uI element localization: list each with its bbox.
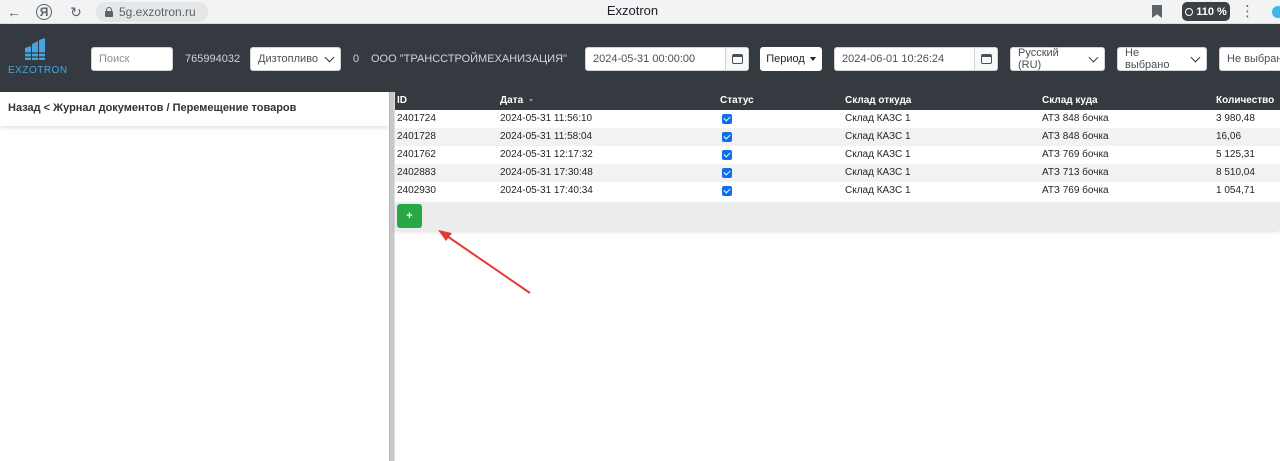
date-from-value: 2024-05-31 00:00:00 <box>593 53 696 65</box>
bookmark-icon[interactable] <box>1152 5 1162 18</box>
column-header-id[interactable]: ID <box>397 92 497 110</box>
cell-from: Склад КАЗС 1 <box>845 131 911 142</box>
chevron-down-icon <box>1088 52 1099 62</box>
zoom-label: 110 % <box>1196 5 1227 18</box>
cell-date: 2024-05-31 11:56:10 <box>500 113 593 124</box>
filter2-select[interactable]: Не выбрано <box>1219 47 1280 71</box>
address-text: 5g.exzotron.ru <box>119 5 196 19</box>
company-name: ООО "ТРАНССТРОЙМЕХАНИЗАЦИЯ" <box>371 53 567 65</box>
sort-icon <box>529 98 534 102</box>
logo[interactable]: EXZOTRON <box>8 38 72 78</box>
fuel-select-value: Дизтопливо <box>258 53 319 65</box>
browser-page-title: Exzotron <box>606 3 659 18</box>
caret-down-icon <box>809 57 816 61</box>
filter1-select[interactable]: Не выбрано <box>1117 47 1207 71</box>
cell-to: АТЗ 848 бочка <box>1042 113 1109 124</box>
cell-id: 2401728 <box>397 131 436 142</box>
back-arrow-icon[interactable]: ← <box>4 2 24 22</box>
column-header-status[interactable]: Статус <box>720 92 840 110</box>
table-row[interactable]: 2401762 2024-05-31 12:17:32 Склад КАЗС 1… <box>395 146 1280 164</box>
left-pane: Назад < Журнал документов / Перемещение … <box>0 92 389 461</box>
cell-from: Склад КАЗС 1 <box>845 149 911 160</box>
reload-icon[interactable]: ↻ <box>66 2 86 22</box>
zoom-badge[interactable]: 110 % <box>1182 2 1230 21</box>
chevron-down-icon <box>324 52 335 62</box>
cell-date: 2024-05-31 12:17:32 <box>500 149 593 160</box>
cell-id: 2401762 <box>397 149 436 160</box>
status-checkbox[interactable] <box>722 168 732 178</box>
address-bar[interactable]: 5g.exzotron.ru <box>96 2 208 22</box>
chevron-down-icon <box>1190 52 1201 62</box>
calendar-icon <box>731 54 743 64</box>
cell-from: Склад КАЗС 1 <box>845 185 911 196</box>
filter1-select-value: Не выбрано <box>1125 47 1170 71</box>
cell-quantity: 3 980,48 <box>1216 113 1255 124</box>
cell-quantity: 1 054,71 <box>1216 185 1255 196</box>
period-button[interactable]: Период <box>760 47 822 71</box>
cell-id: 2401724 <box>397 113 436 124</box>
cell-to: АТЗ 769 бочка <box>1042 185 1109 196</box>
table-header: ID Дата Статус Склад откуда Склад куда К… <box>395 92 1280 110</box>
table-body: 2401724 2024-05-31 11:56:10 Склад КАЗС 1… <box>395 110 1280 200</box>
status-checkbox[interactable] <box>722 150 732 160</box>
account-number: 765994032 <box>185 53 241 65</box>
extension-icon[interactable] <box>1272 6 1280 18</box>
cell-to: АТЗ 848 бочка <box>1042 131 1109 142</box>
table-row[interactable]: 2401724 2024-05-31 11:56:10 Склад КАЗС 1… <box>395 110 1280 128</box>
cell-id: 2402930 <box>397 185 436 196</box>
table-row[interactable]: 2402930 2024-05-31 17:40:34 Склад КАЗС 1… <box>395 182 1280 200</box>
column-header-quantity[interactable]: Количество <box>1216 92 1280 110</box>
date-to-input[interactable]: 2024-06-01 10:26:24 <box>834 47 998 71</box>
fuel-select[interactable]: Дизтопливо <box>250 47 341 71</box>
column-header-to[interactable]: Склад куда <box>1042 92 1212 110</box>
table-row[interactable]: 2402883 2024-05-31 17:30:48 Склад КАЗС 1… <box>395 164 1280 182</box>
cell-from: Склад КАЗС 1 <box>845 167 911 178</box>
zoom-icon <box>1185 7 1194 16</box>
period-button-label: Период <box>766 53 805 65</box>
lock-icon <box>104 7 114 17</box>
browser-toolbar: ← Я ↻ 5g.exzotron.ru Exzotron 110 % ⋮ <box>0 0 1280 24</box>
add-row-button[interactable]: + <box>397 204 422 228</box>
counter-value: 0 <box>353 53 360 65</box>
logo-mark-icon <box>25 38 45 60</box>
cell-to: АТЗ 713 бочка <box>1042 167 1109 178</box>
calendar-from-button[interactable] <box>725 48 748 70</box>
status-checkbox[interactable] <box>722 114 732 124</box>
cell-quantity: 8 510,04 <box>1216 167 1255 178</box>
filter2-select-value: Не выбрано <box>1227 53 1280 65</box>
status-checkbox[interactable] <box>722 186 732 196</box>
cell-from: Склад КАЗС 1 <box>845 113 911 124</box>
column-header-date-label: Дата <box>500 95 524 106</box>
search-input[interactable]: Поиск <box>91 47 173 71</box>
language-select[interactable]: Русский (RU) <box>1010 47 1105 71</box>
breadcrumb[interactable]: Назад < Журнал документов / Перемещение … <box>0 92 389 126</box>
table-row[interactable]: 2401728 2024-05-31 11:58:04 Склад КАЗС 1… <box>395 128 1280 146</box>
status-checkbox[interactable] <box>722 132 732 142</box>
language-select-value: Русский (RU) <box>1018 47 1059 71</box>
calendar-icon <box>980 54 992 64</box>
cell-quantity: 5 125,31 <box>1216 149 1255 160</box>
cell-id: 2402883 <box>397 167 436 178</box>
cell-to: АТЗ 769 бочка <box>1042 149 1109 160</box>
date-from-input[interactable]: 2024-05-31 00:00:00 <box>585 47 749 71</box>
calendar-to-button[interactable] <box>974 48 997 70</box>
yandex-icon[interactable]: Я <box>36 4 52 20</box>
red-arrow-icon <box>438 230 531 294</box>
cell-quantity: 16,06 <box>1216 131 1242 142</box>
column-header-from[interactable]: Склад откуда <box>845 92 1035 110</box>
cell-date: 2024-05-31 11:58:04 <box>500 131 593 142</box>
documents-table: ID Дата Статус Склад откуда Склад куда К… <box>395 92 1280 200</box>
column-header-date[interactable]: Дата <box>500 92 715 110</box>
cell-date: 2024-05-31 17:30:48 <box>500 167 593 178</box>
more-vert-icon[interactable]: ⋮ <box>1240 3 1255 21</box>
logo-text: EXZOTRON <box>8 65 68 76</box>
cell-date: 2024-05-31 17:40:34 <box>500 185 593 196</box>
date-to-value: 2024-06-01 10:26:24 <box>842 53 945 65</box>
